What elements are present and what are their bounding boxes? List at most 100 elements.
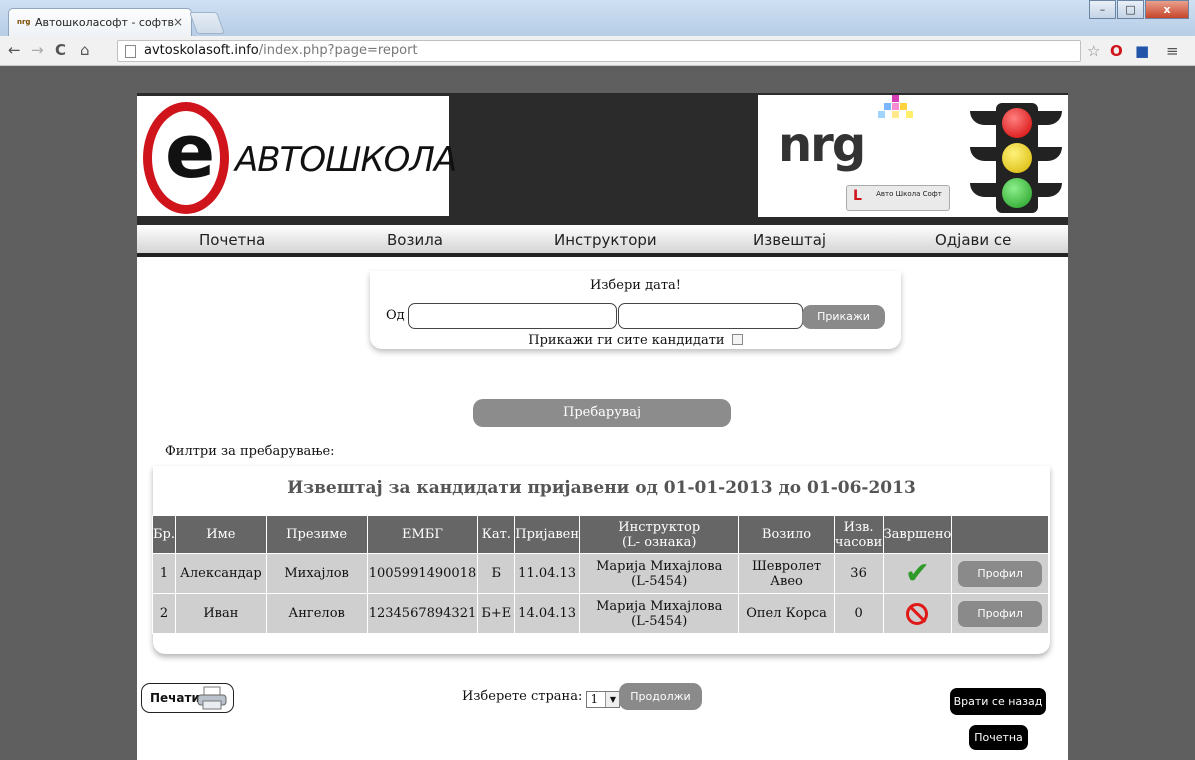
close-window-button[interactable]: x [1145, 0, 1189, 19]
page-selector: Изберете страна: 1 ▼ [462, 689, 621, 708]
col-last-name: Презиме [265, 515, 368, 554]
col-completed: Завршено [882, 515, 953, 554]
menu-icon[interactable]: ≡ [1166, 42, 1179, 60]
reload-icon[interactable]: C [55, 41, 66, 59]
new-tab-button[interactable] [188, 12, 226, 34]
row-registered: 11.04.13 [514, 553, 581, 594]
minimize-button[interactable]: – [1089, 0, 1116, 19]
row-completed [882, 593, 953, 634]
from-date-input[interactable] [408, 303, 617, 329]
row-completed: ✔ [882, 553, 953, 594]
row-last-name: Ангелов [265, 593, 368, 634]
from-label: Од [386, 308, 405, 323]
col-number: Бр. [151, 515, 177, 554]
nrg-logo: nrg L Авто Школа Софт [758, 95, 1068, 217]
url-path: /index.php?page=report [258, 43, 418, 58]
menu-item-vehicles[interactable]: Возила [387, 231, 443, 249]
favicon-icon: nrg [17, 18, 31, 26]
tab-title: Автошколасофт - софтв [35, 16, 174, 29]
print-label: Печати [150, 691, 200, 705]
nrg-brand: nrg [778, 117, 866, 173]
col-first-name: Име [175, 515, 267, 554]
row-first-name: Александар [175, 553, 267, 594]
window-controls: – □ x [1088, 0, 1189, 19]
report-title: Извештај за кандидати пријавени од 01-01… [287, 478, 916, 498]
row-actions: Профил [951, 593, 1049, 634]
row-vehicle: Шевролет Авео [738, 553, 835, 594]
site-banner: e АВТОШКОЛА nrg L Авто Школа Софт [137, 93, 1068, 225]
tab-close-icon[interactable]: × [173, 15, 183, 29]
row-last-name: Михајлов [265, 553, 368, 594]
show-all-checkbox[interactable] [731, 334, 743, 345]
star-icon[interactable]: ☆ [1087, 42, 1100, 60]
chevron-down-icon: ▼ [605, 692, 620, 707]
opera-icon[interactable]: O [1110, 42, 1123, 60]
logo-text: АВТОШКОЛА [235, 140, 457, 180]
traffic-light-icon [970, 103, 1062, 213]
row-category: Б+Е [477, 593, 516, 634]
col-vehicle: Возило [738, 515, 835, 554]
maximize-button[interactable]: □ [1117, 0, 1144, 19]
menu-item-report[interactable]: Извештај [753, 231, 826, 249]
print-button[interactable]: Печати [141, 683, 234, 713]
go-back-button[interactable]: Врати се назад [950, 688, 1046, 715]
to-date-input[interactable] [618, 303, 803, 329]
table-row: 2 Иван Ангелов 1234567894321 Б+Е 14.04.1… [151, 593, 1049, 634]
browser-tab[interactable]: nrg Автошколасофт - софтв × [8, 8, 192, 36]
menu-item-instructors[interactable]: Инструктори [554, 231, 657, 249]
auto-school-soft-label: L Авто Школа Софт [846, 185, 950, 211]
date-filter-title: Избери дата! [590, 278, 681, 293]
row-actions: Профил [951, 553, 1049, 594]
row-vehicle: Опел Корса [738, 593, 835, 634]
back-arrow-icon[interactable]: ← [8, 41, 21, 59]
printer-icon [197, 686, 227, 710]
menu-item-logout[interactable]: Одјави се [935, 231, 1011, 249]
date-filter-panel: Избери дата! Од до Прикажи Прикажи ги си… [370, 271, 901, 349]
profile-button[interactable]: Профил [958, 600, 1043, 627]
home-button[interactable]: Почетна [969, 725, 1028, 750]
page-icon [125, 45, 136, 58]
table-header-row: Бр. Име Презиме ЕМБГ Кат. Пријавен Инстр… [151, 515, 1049, 554]
col-actions [951, 515, 1049, 554]
extension-icon[interactable]: ■ [1135, 42, 1149, 60]
checkmark-icon: ✔ [904, 555, 931, 591]
col-embg: ЕМБГ [366, 515, 479, 554]
browser-titlebar: nrg Автошколасофт - софтв × – □ x [0, 0, 1195, 36]
report-table: Бр. Име Презиме ЕМБГ Кат. Пријавен Инстр… [151, 515, 1049, 634]
forward-arrow-icon[interactable]: → [31, 41, 44, 59]
no-entry-icon [906, 602, 929, 625]
row-number: 2 [151, 593, 177, 634]
pixel-cross-icon [878, 95, 914, 131]
search-button[interactable]: Пребарувај [473, 399, 731, 427]
row-embg: 1005991490018 [366, 553, 479, 594]
row-hours: 0 [833, 593, 884, 634]
continue-button[interactable]: Продолжи [619, 683, 702, 710]
row-hours: 36 [833, 553, 884, 594]
school-logo[interactable]: e АВТОШКОЛА [137, 96, 457, 216]
table-row: 1 Александар Михајлов 1005991490018 Б 11… [151, 553, 1049, 594]
row-number: 1 [151, 553, 177, 594]
col-category: Кат. [477, 515, 516, 554]
row-category: Б [477, 553, 516, 594]
home-icon[interactable]: ⌂ [80, 41, 90, 59]
col-instructor: Инструктор (L- ознака) [579, 515, 740, 554]
col-hours: Изв. часови [833, 515, 884, 554]
row-embg: 1234567894321 [366, 593, 479, 634]
report-panel: Извештај за кандидати пријавени од 01-01… [151, 466, 1050, 654]
show-all-label: Прикажи ги сите кандидати [528, 333, 725, 348]
row-first-name: Иван [175, 593, 267, 634]
page-select-label: Изберете страна: [462, 689, 583, 704]
show-button[interactable]: Прикажи [802, 305, 885, 329]
filters-label: Филтри за пребарување: [165, 444, 335, 459]
main-menu: Почетна Возила Инструктори Извештај Одја… [137, 225, 1068, 257]
url-host: avtoskolasoft.info [144, 43, 259, 58]
page-container: e АВТОШКОЛА nrg L Авто Школа Софт Почетн… [137, 93, 1068, 760]
profile-button[interactable]: Профил [958, 560, 1043, 587]
logo-e-icon: e [143, 102, 229, 214]
browser-toolbar: ← → C ⌂ avtoskolasoft.info/index.php?pag… [0, 36, 1195, 66]
row-registered: 14.04.13 [514, 593, 581, 634]
menu-item-home[interactable]: Почетна [199, 231, 265, 249]
show-all-row: Прикажи ги сите кандидати [370, 333, 901, 348]
page-select[interactable]: 1 ▼ [586, 691, 621, 708]
address-bar[interactable]: avtoskolasoft.info/index.php?page=report [117, 40, 1081, 62]
